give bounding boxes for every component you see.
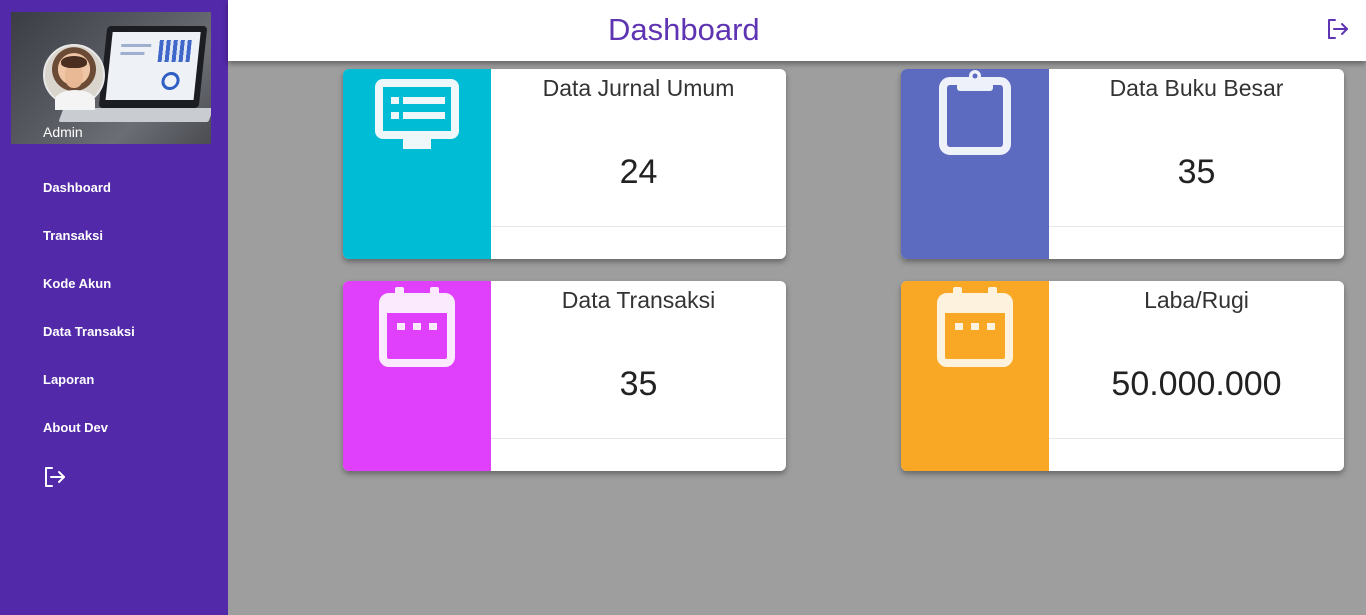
logout-icon[interactable]	[43, 466, 67, 488]
card-footer	[491, 438, 786, 471]
sidebar-item-kode-akun[interactable]: Kode Akun	[0, 264, 228, 312]
calendar-icon	[379, 287, 455, 367]
page-title: Dashboard	[608, 12, 760, 47]
card-icon-box	[901, 69, 1049, 259]
sidebar-item-data-transaksi[interactable]: Data Transaksi	[0, 312, 228, 360]
card-footer	[1049, 438, 1344, 471]
avatar[interactable]	[43, 44, 105, 110]
card-data-transaksi[interactable]: Data Transaksi 35	[343, 281, 786, 471]
card-value: 35	[619, 365, 658, 403]
profile-banner: Admin	[11, 12, 211, 144]
card-footer	[1049, 226, 1344, 259]
sidebar-item-about-dev[interactable]: About Dev	[0, 408, 228, 456]
card-value: 50.000.000	[1111, 365, 1282, 403]
sidebar: Admin Dashboard Transaksi Kode Akun Data…	[0, 0, 228, 615]
card-footer	[491, 226, 786, 259]
sidebar-item-laporan[interactable]: Laporan	[0, 360, 228, 408]
laptop-image	[98, 26, 208, 108]
top-header: Dashboard	[228, 0, 1366, 61]
card-icon-box	[343, 69, 491, 259]
clipboard-icon	[939, 70, 1011, 155]
card-value: 35	[1177, 153, 1216, 191]
card-title: Data Transaksi	[561, 287, 716, 313]
sidebar-item-transaksi[interactable]: Transaksi	[0, 216, 228, 264]
sidebar-item-dashboard[interactable]: Dashboard	[0, 168, 228, 216]
card-title: Data Jurnal Umum	[542, 75, 735, 101]
card-laba-rugi[interactable]: Laba/Rugi 50.000.000	[901, 281, 1344, 471]
card-title: Laba/Rugi	[1144, 287, 1249, 313]
card-title: Data Buku Besar	[1109, 75, 1284, 101]
card-jurnal-umum[interactable]: Data Jurnal Umum 24	[343, 69, 786, 259]
card-buku-besar[interactable]: Data Buku Besar 35	[901, 69, 1344, 259]
monitor-list-icon	[375, 79, 459, 149]
card-icon-box	[343, 281, 491, 471]
profile-name: Admin	[43, 124, 83, 140]
calendar-icon	[937, 287, 1013, 367]
card-value: 24	[619, 153, 658, 191]
sidebar-nav: Dashboard Transaksi Kode Akun Data Trans…	[0, 168, 228, 456]
logout-icon[interactable]	[1326, 18, 1350, 40]
card-icon-box	[901, 281, 1049, 471]
